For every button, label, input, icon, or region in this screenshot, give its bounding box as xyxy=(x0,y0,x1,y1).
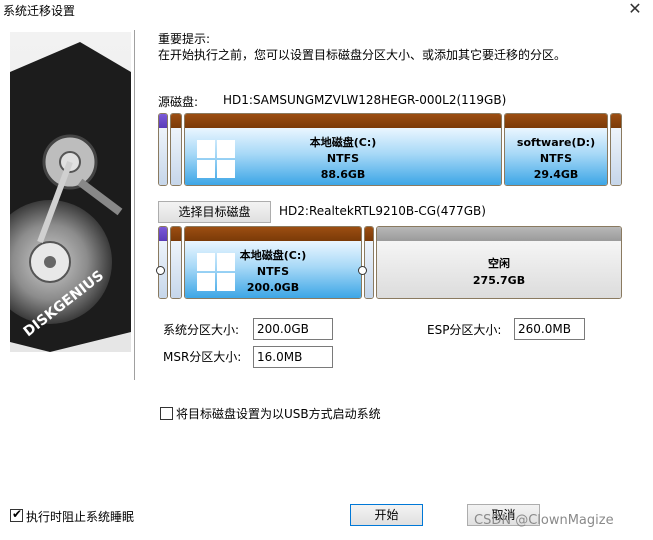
checkmark-icon: ✔ xyxy=(12,507,23,521)
target-free-space[interactable]: 空闲 275.7GB xyxy=(376,226,622,299)
target-partition-small-1[interactable] xyxy=(158,226,168,299)
window-title: 系统迁移设置 xyxy=(3,4,76,18)
msr-partition-size-label: MSR分区大小: xyxy=(163,350,242,364)
target-partition-c[interactable]: 本地磁盘(C:) NTFS 200.0GB xyxy=(184,226,362,299)
partition-fs: NTFS xyxy=(326,152,360,165)
partition-fs: NTFS xyxy=(256,265,290,278)
partition-name: 本地磁盘(C:) xyxy=(239,249,307,262)
partition-fs: NTFS xyxy=(539,152,573,165)
title-bar: 系统迁移设置 ✕ xyxy=(0,0,653,22)
esp-partition-size-label: ESP分区大小: xyxy=(427,323,502,337)
source-partition-small-3[interactable] xyxy=(610,113,622,186)
close-icon[interactable]: ✕ xyxy=(625,0,645,19)
free-space-size: 275.7GB xyxy=(472,274,526,287)
partition-name: software(D:) xyxy=(516,136,596,149)
target-disk-name: HD2:RealtekRTL9210B-CG(477GB) xyxy=(279,204,486,218)
esp-partition-size-input[interactable] xyxy=(514,318,585,340)
usb-boot-label: 将目标磁盘设置为以USB方式启动系统 xyxy=(176,407,381,421)
diskgenius-banner-image: DISKGENIUS xyxy=(10,32,131,352)
watermark: CSDN @ClownMagize xyxy=(474,513,614,528)
start-button[interactable]: 开始 xyxy=(350,504,423,526)
partition-size: 200.0GB xyxy=(246,281,300,294)
prevent-sleep-checkbox[interactable]: ✔ xyxy=(10,507,23,522)
system-partition-size-input[interactable] xyxy=(253,318,333,340)
hint-title: 重要提示: xyxy=(158,32,211,46)
source-partition-d[interactable]: software(D:) NTFS 29.4GB xyxy=(504,113,608,186)
partition-size: 88.6GB xyxy=(320,168,366,181)
system-partition-size-label: 系统分区大小: xyxy=(163,323,240,337)
target-partition-small-2[interactable] xyxy=(170,226,182,299)
usb-boot-checkbox[interactable] xyxy=(160,407,173,420)
partition-size: 29.4GB xyxy=(533,168,579,181)
source-disk-name: HD1:SAMSUNGMZVLW128HEGR-000L2(119GB) xyxy=(223,93,507,107)
divider xyxy=(134,30,135,380)
msr-partition-size-input[interactable] xyxy=(253,346,333,368)
source-partition-small-2[interactable] xyxy=(170,113,182,186)
resize-handle-icon[interactable] xyxy=(358,266,367,275)
select-target-disk-button[interactable]: 选择目标磁盘 xyxy=(158,201,271,223)
resize-handle-icon[interactable] xyxy=(156,266,165,275)
hint-body: 在开始执行之前，您可以设置目标磁盘分区大小、或添加其它要迁移的分区。 xyxy=(158,48,567,62)
target-partition-small-3[interactable] xyxy=(364,226,374,299)
free-space-name: 空闲 xyxy=(488,257,510,270)
prevent-sleep-label: 执行时阻止系统睡眠 xyxy=(26,510,135,524)
partition-name: 本地磁盘(C:) xyxy=(309,136,377,149)
source-partition-c[interactable]: 本地磁盘(C:) NTFS 88.6GB xyxy=(184,113,502,186)
source-partition-small-1[interactable] xyxy=(158,113,168,186)
source-disk-label: 源磁盘: xyxy=(158,95,199,109)
hard-disk-illustration: DISKGENIUS xyxy=(10,42,131,352)
